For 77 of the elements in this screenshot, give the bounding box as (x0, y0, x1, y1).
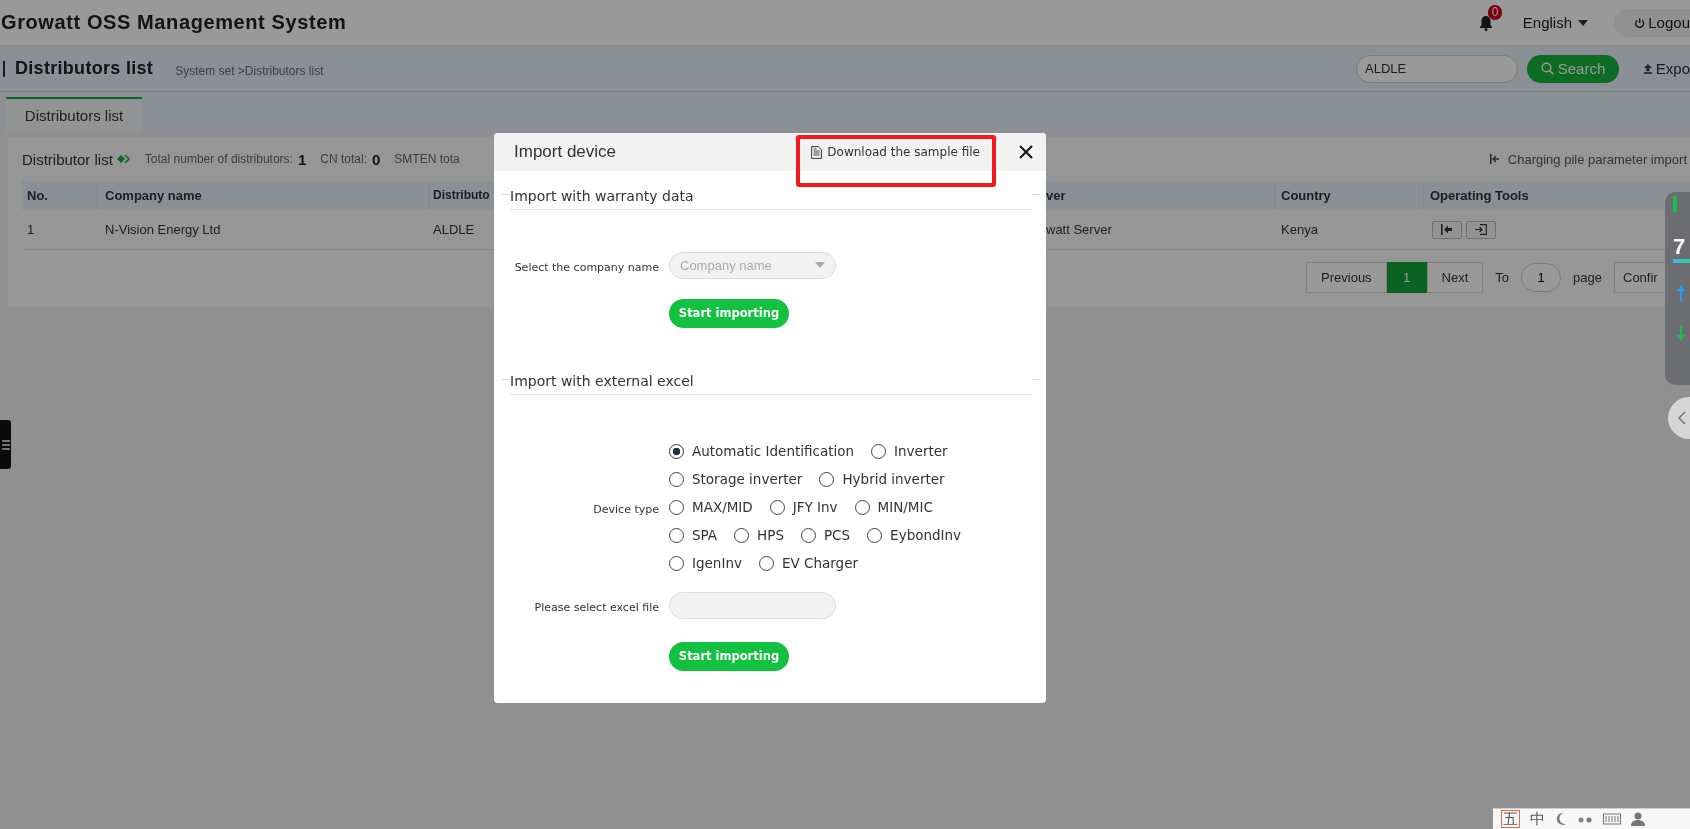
app-title: Growatt OSS Management System (1, 11, 347, 34)
close-icon[interactable] (1019, 145, 1033, 159)
chevron-left-icon (1678, 411, 1686, 425)
arrow-up-icon (1677, 285, 1685, 301)
moon-icon[interactable] (1555, 812, 1567, 826)
export-button[interactable] (1466, 220, 1496, 239)
import-icon (1441, 224, 1453, 235)
section-title: Import with external excel (510, 373, 694, 389)
radio-option[interactable]: MAX/MID (669, 499, 753, 515)
field-label: Please select excel file (534, 600, 659, 614)
import-button[interactable] (1432, 220, 1462, 239)
caret-icon (815, 262, 825, 268)
person-icon[interactable] (1631, 812, 1645, 826)
download-link[interactable]: Download the sample file (811, 145, 980, 159)
radio-option[interactable]: IgenInv (669, 555, 742, 571)
bell-icon[interactable] (1478, 14, 1493, 31)
column-header: Company name (98, 181, 430, 210)
dialog-title: Import device (514, 142, 617, 162)
side-value: 7 (1673, 235, 1686, 259)
export-icon (1475, 224, 1487, 235)
table-cell-text: watt Server (1045, 222, 1113, 237)
radio-option[interactable]: HPS (734, 527, 784, 543)
breadcrumb: System set >Distributors list (175, 63, 324, 78)
diamond-arrow-icon (116, 154, 131, 164)
list-title: Distributor list (22, 150, 113, 168)
caret-icon (1578, 19, 1588, 26)
radio-option[interactable]: Hybrid inverter (819, 471, 945, 487)
search-icon (1540, 62, 1554, 75)
previous-button[interactable]: Previous (1306, 262, 1387, 293)
column-header: No. (22, 181, 98, 210)
notification-badge: 0 (1487, 4, 1503, 20)
file-field[interactable] (669, 591, 836, 619)
stat-value: 0 (371, 150, 381, 168)
keyboard-icon[interactable] (1603, 813, 1621, 825)
import-icon (1489, 154, 1499, 164)
column-header: Country (1275, 181, 1424, 210)
page-title: Distributors list (15, 58, 154, 79)
section-title: Import with warranty data (510, 188, 694, 204)
radio-option[interactable]: Inverter (871, 443, 948, 459)
language-dropdown[interactable]: English (1522, 14, 1588, 31)
table-cell-text: N-Vision Energy Ltd (104, 222, 222, 237)
stat-label: Total number of distributors: (144, 152, 293, 166)
power-icon (1634, 16, 1646, 29)
upload-icon (1643, 62, 1653, 75)
search-field[interactable]: ALDLE (1356, 54, 1518, 83)
ime-button[interactable]: 五 (1501, 810, 1520, 828)
table-cell-text: 1 (26, 222, 36, 237)
stat-value: 1 (297, 150, 307, 168)
document-icon (811, 145, 823, 159)
pager-label: To (1495, 270, 1510, 285)
field-label: Device type (593, 502, 659, 516)
radio-option[interactable]: PCS (800, 527, 851, 543)
radio-option[interactable]: SPA (669, 527, 718, 543)
stat-label: SMTEN tota (394, 152, 460, 166)
arrow-down-icon (1677, 325, 1685, 341)
radio-option[interactable]: JFY Inv (769, 499, 838, 515)
table-cell-text: ALDLE (432, 222, 476, 237)
radio-option[interactable]: Automatic Identification (669, 443, 855, 459)
radio-option[interactable]: Storage inverter (669, 471, 803, 487)
table-cell-text: Kenya (1280, 222, 1319, 237)
radio-option[interactable]: EybondInv (867, 527, 962, 543)
logout-button[interactable]: Logou (1614, 8, 1690, 37)
radio-option[interactable]: MIN/MIC (854, 499, 933, 515)
page-input[interactable]: 1 (1521, 263, 1562, 292)
side-handle[interactable] (0, 420, 11, 469)
next-button[interactable]: Next (1426, 262, 1484, 293)
ime-button[interactable]: 中 (1530, 811, 1545, 827)
confirm-button[interactable]: Confir (1614, 262, 1668, 293)
column-header: Operating Tools (1429, 187, 1530, 205)
pager-label: page (1573, 270, 1602, 285)
tab[interactable]: Distributors list (6, 97, 142, 132)
field-label: Select the company name (514, 260, 659, 274)
import-link[interactable]: Charging pile parameter import (1489, 151, 1687, 167)
menu-icon (1, 439, 10, 450)
export-link[interactable]: Expo (1643, 60, 1690, 77)
radio-option[interactable]: EV Charger (758, 555, 858, 571)
stat-label: CN total: (320, 152, 367, 166)
